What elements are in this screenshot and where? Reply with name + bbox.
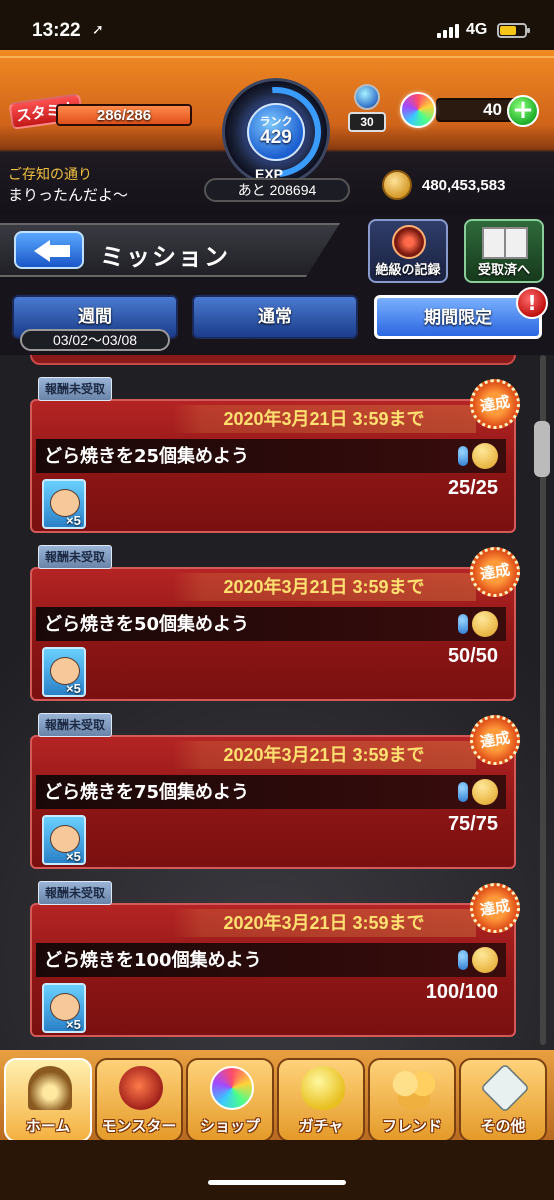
energy-count: 30 bbox=[348, 112, 386, 132]
reward-character-icon[interactable]: ×5 bbox=[42, 983, 86, 1033]
stamina-bar[interactable]: 286/286 bbox=[56, 104, 192, 126]
mission-progress: 50/50 bbox=[447, 645, 498, 667]
gacha-egg-icon bbox=[301, 1066, 345, 1110]
orb-icon bbox=[400, 92, 436, 128]
reward-character-icon[interactable]: ×5 bbox=[42, 815, 86, 865]
mission-deadline: 2020年3月21日 3:59まで bbox=[172, 573, 476, 601]
mission-progress: 100/100 bbox=[425, 981, 498, 1003]
mission-card-body: 2020年3月21日 3:59まで どら焼きを25個集めよう 25/25 ×5 bbox=[30, 399, 516, 533]
record-button[interactable]: 絶級の記録 bbox=[368, 219, 448, 283]
previous-card-edge bbox=[30, 355, 516, 365]
rank-badge: ランク 429 bbox=[247, 103, 305, 161]
stamina-value: 286/286 bbox=[96, 107, 152, 124]
nav-label: その他 bbox=[480, 1117, 526, 1135]
mission-card[interactable]: 2020年3月21日 3:59まで どら焼きを100個集めよう 100/100 … bbox=[30, 879, 524, 1037]
nav-label: ガチャ bbox=[298, 1117, 344, 1135]
home-gate-icon bbox=[28, 1066, 72, 1110]
reward-quantity: ×5 bbox=[66, 681, 81, 696]
unclaimed-badge: 報酬未受取 bbox=[38, 377, 113, 401]
received-button[interactable]: 受取済へ bbox=[464, 219, 544, 283]
signal-icon bbox=[437, 24, 463, 38]
weekly-period: 03/02〜03/08 bbox=[20, 329, 170, 351]
mission-deadline: 2020年3月21日 3:59まで bbox=[172, 741, 476, 769]
status-time: 13:22 bbox=[32, 20, 81, 41]
location-icon: ➚ bbox=[92, 22, 104, 38]
mission-titlebar: どら焼きを100個集めよう bbox=[36, 943, 506, 977]
home-indicator[interactable] bbox=[208, 1180, 346, 1185]
nav-other[interactable]: その他 bbox=[459, 1058, 547, 1142]
reward-character-icon[interactable]: ×5 bbox=[42, 479, 86, 529]
unclaimed-badge: 報酬未受取 bbox=[38, 545, 113, 569]
mission-tabs: 週間 通常 期間限定 03/02〜03/08 ! bbox=[0, 287, 554, 355]
nav-label: ホーム bbox=[25, 1117, 71, 1135]
mission-card[interactable]: 2020年3月21日 3:59まで どら焼きを50個集めよう 50/50 ×5 … bbox=[30, 543, 524, 701]
mission-card[interactable]: 2020年3月21日 3:59まで どら焼きを25個集めよう 25/25 ×5 … bbox=[30, 375, 524, 533]
unclaimed-badge: 報酬未受取 bbox=[38, 713, 113, 737]
coin-icon bbox=[382, 170, 412, 200]
rank-value: 429 bbox=[260, 127, 292, 148]
alert-icon: ! bbox=[516, 287, 548, 319]
record-label: 絶級の記録 bbox=[375, 263, 441, 278]
mission-list[interactable]: 2020年3月21日 3:59まで どら焼きを25個集めよう 25/25 ×5 … bbox=[0, 355, 554, 1050]
nav-home[interactable]: ホーム bbox=[4, 1058, 92, 1142]
unclaimed-badge: 報酬未受取 bbox=[38, 881, 113, 905]
nav-gacha[interactable]: ガチャ bbox=[277, 1058, 365, 1142]
mission-title: どら焼きを50個集めよう bbox=[44, 614, 250, 635]
nav-label: フレンド bbox=[381, 1117, 442, 1135]
mission-titlebar: どら焼きを25個集めよう bbox=[36, 439, 506, 473]
coin-count: 480,453,583 bbox=[422, 177, 506, 194]
mission-title: どら焼きを25個集めよう bbox=[44, 446, 250, 467]
title-bar: ミッション 絶級の記録 受取済へ bbox=[0, 215, 554, 287]
bottom-nav: ホーム モンスター ショップ ガチャ フレンド その他 bbox=[0, 1050, 554, 1200]
nav-label: ショップ bbox=[199, 1117, 260, 1135]
friends-icon bbox=[392, 1066, 436, 1110]
nav-monster[interactable]: モンスター bbox=[95, 1058, 183, 1142]
battery-icon bbox=[497, 23, 530, 38]
mission-deadline: 2020年3月21日 3:59まで bbox=[172, 909, 476, 937]
back-button[interactable] bbox=[14, 231, 84, 269]
mission-deadline: 2020年3月21日 3:59まで bbox=[172, 405, 476, 433]
tab-normal[interactable]: 通常 bbox=[192, 295, 358, 339]
energy-item[interactable]: 30 bbox=[348, 84, 386, 134]
reward-type-icon bbox=[458, 779, 500, 805]
mission-card-body: 2020年3月21日 3:59まで どら焼きを50個集めよう 50/50 ×5 bbox=[30, 567, 516, 701]
nav-shop[interactable]: ショップ bbox=[186, 1058, 274, 1142]
mission-titlebar: どら焼きを50個集めよう bbox=[36, 607, 506, 641]
add-orb-button[interactable]: + bbox=[507, 95, 539, 127]
reward-quantity: ×5 bbox=[66, 513, 81, 528]
reward-quantity: ×5 bbox=[66, 849, 81, 864]
page-title: ミッション bbox=[100, 243, 230, 271]
monster-icon bbox=[119, 1066, 163, 1110]
mission-title: どら焼きを75個集めよう bbox=[44, 782, 250, 803]
nav-friend[interactable]: フレンド bbox=[368, 1058, 456, 1142]
mission-progress: 75/75 bbox=[447, 813, 498, 835]
mission-title: どら焼きを100個集めよう bbox=[44, 950, 262, 971]
reward-character-icon[interactable]: ×5 bbox=[42, 647, 86, 697]
reward-quantity: ×5 bbox=[66, 1017, 81, 1032]
reward-type-icon bbox=[458, 611, 500, 637]
record-emblem-icon bbox=[392, 225, 426, 259]
other-icon bbox=[480, 1063, 530, 1113]
energy-icon bbox=[354, 84, 380, 110]
received-label: 受取済へ bbox=[477, 263, 530, 278]
mission-card[interactable]: 2020年3月21日 3:59まで どら焼きを75個集めよう 75/75 ×5 … bbox=[30, 711, 524, 869]
network-type: 4G bbox=[466, 21, 488, 38]
notice-title[interactable]: ご存知の通り bbox=[8, 164, 92, 184]
nav-label: モンスター bbox=[101, 1117, 177, 1135]
mission-progress: 25/25 bbox=[447, 477, 498, 499]
reward-type-icon bbox=[458, 443, 500, 469]
mission-titlebar: どら焼きを75個集めよう bbox=[36, 775, 506, 809]
notice-text[interactable]: まりったんだよ〜 bbox=[8, 184, 128, 205]
orb-icon bbox=[210, 1066, 254, 1110]
mission-card-body: 2020年3月21日 3:59まで どら焼きを100個集めよう 100/100 … bbox=[30, 903, 516, 1037]
scrollbar-thumb[interactable] bbox=[534, 421, 550, 477]
reward-type-icon bbox=[458, 947, 500, 973]
mission-card-body: 2020年3月21日 3:59まで どら焼きを75個集めよう 75/75 ×5 bbox=[30, 735, 516, 869]
orb-count: 40 bbox=[436, 98, 518, 122]
book-icon bbox=[482, 227, 528, 259]
exp-remaining: あと 208694 bbox=[204, 178, 350, 202]
